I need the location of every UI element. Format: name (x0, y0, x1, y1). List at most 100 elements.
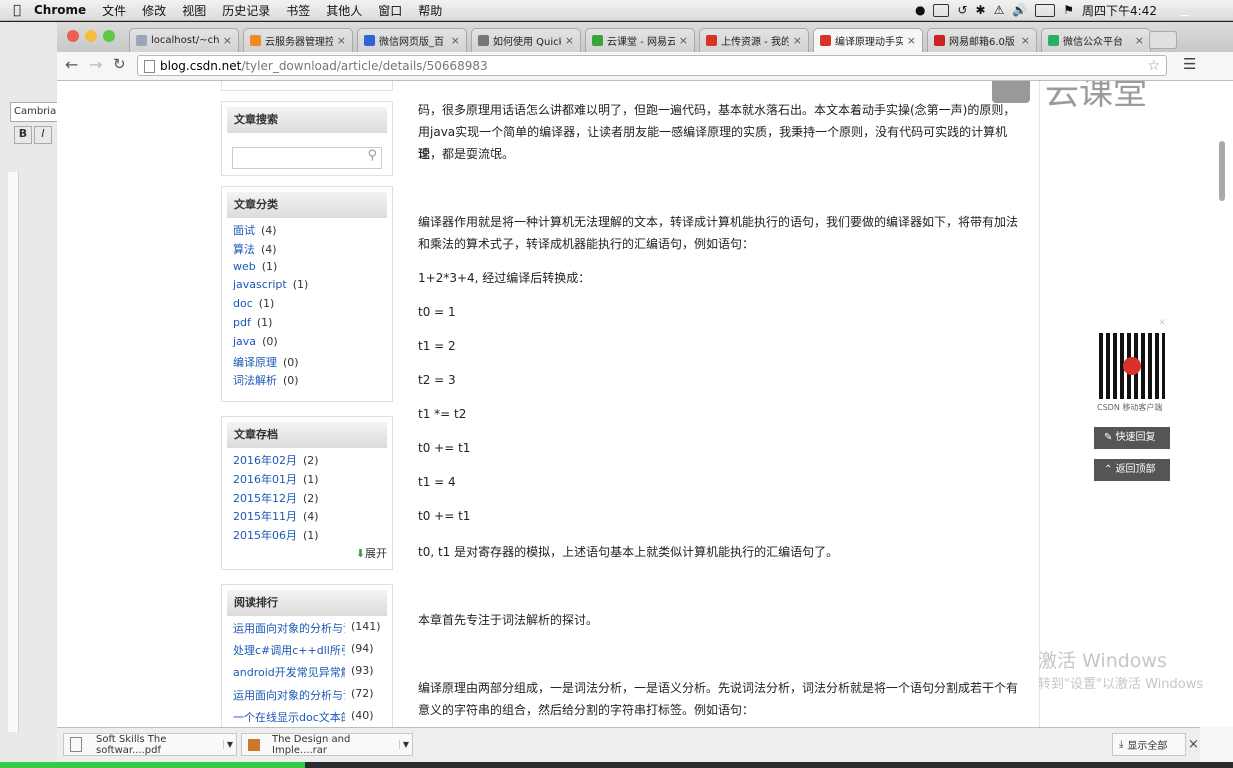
bold-icon[interactable]: B (14, 126, 32, 144)
font-box[interactable]: Cambria (10, 102, 61, 122)
show-all-downloads-button[interactable]: ⤓ 显示全部 (1112, 733, 1186, 756)
sidebar-list-item[interactable]: 编译原理 (0) (233, 354, 392, 373)
close-tab-icon[interactable]: × (565, 34, 574, 47)
sidebar-list-item[interactable]: java (0) (233, 335, 392, 354)
sidebar-list-item[interactable]: 2015年12月 (2) (233, 490, 392, 509)
close-tab-icon[interactable]: × (679, 34, 688, 47)
tab[interactable]: 云服务器管理控 × (243, 28, 353, 52)
quick-reply-button[interactable]: ✎ 快速回复 (1094, 427, 1170, 449)
tab[interactable]: 微信公众平台 × (1041, 28, 1151, 52)
close-tab-icon[interactable]: × (337, 34, 346, 47)
record-icon[interactable]: ● (915, 3, 925, 17)
sidebar-link[interactable]: doc (233, 297, 253, 310)
sidebar-list-item[interactable]: 词法解析 (0) (233, 372, 392, 391)
sidebar-list-item[interactable]: javascript (1) (233, 278, 392, 297)
sidebar-link[interactable]: 2015年12月 (233, 492, 297, 505)
sidebar-list-item[interactable]: doc (1) (233, 297, 392, 316)
download-item[interactable]: The Design and Imple....rar ▼ (241, 733, 413, 756)
italic-icon[interactable]: I (34, 126, 52, 144)
sidebar-link[interactable]: 2016年01月 (233, 473, 297, 486)
close-tab-icon[interactable]: × (1135, 34, 1144, 47)
sidebar-list-item[interactable]: 2016年01月 (1) (233, 471, 392, 490)
tab[interactable]: 网易邮箱6.0版 × (927, 28, 1037, 52)
tab[interactable]: 上传资源 - 我的 × (699, 28, 809, 52)
menu-history[interactable]: 历史记录 (222, 2, 270, 19)
sidebar-list-item[interactable]: android开发常见异常解 (93) (233, 664, 392, 686)
tab[interactable]: 如何使用 Quick × (471, 28, 581, 52)
sidebar-link[interactable]: 2015年11月 (233, 510, 297, 523)
sidebar-link[interactable]: 词法解析 (233, 374, 277, 387)
qr-close-icon[interactable]: × (1158, 317, 1166, 328)
status-icon[interactable] (933, 3, 950, 17)
sidebar-list-item[interactable]: 算法 (4) (233, 241, 392, 260)
sidebar-link[interactable]: 面试 (233, 224, 255, 237)
sidebar-list-item[interactable]: 2015年11月 (4) (233, 508, 392, 527)
close-shelf-icon[interactable]: × (1188, 737, 1199, 752)
menu-icon[interactable]: ☰ (1183, 55, 1196, 73)
tab[interactable]: 云课堂 - 网易云 × (585, 28, 695, 52)
close-tab-icon[interactable]: × (223, 34, 232, 47)
menu-bookmarks[interactable]: 书签 (286, 2, 310, 19)
sidebar-list-item[interactable]: 2016年02月 (2) (233, 452, 392, 471)
sidebar-link[interactable]: web (233, 260, 256, 273)
forward-icon[interactable]: → (89, 55, 102, 74)
volume-icon[interactable]: 🔊 (1012, 3, 1027, 17)
page-scrollbar[interactable] (1219, 141, 1225, 201)
battery-icon[interactable] (1035, 3, 1056, 17)
sidebar-link[interactable]: 运用面向对象的分析与设 (233, 620, 345, 642)
close-tab-icon[interactable]: × (793, 34, 802, 47)
sidebar-link[interactable]: 运用面向对象的分析与设 (233, 687, 345, 709)
close-tab-icon[interactable]: × (451, 34, 460, 47)
clock[interactable]: 周四下午4:42 (1082, 2, 1157, 19)
qr-code-icon[interactable] (1099, 333, 1165, 399)
sidebar-link[interactable]: 处理c#调用c++dll所引起 (233, 642, 345, 664)
chevron-down-icon[interactable]: ▼ (399, 740, 412, 749)
close-tab-icon[interactable]: × (1021, 34, 1030, 47)
chevron-down-icon[interactable]: ▼ (223, 740, 236, 749)
zoom-window-button[interactable] (103, 30, 115, 42)
back-icon[interactable]: ← (65, 55, 78, 74)
time-machine-icon[interactable]: ↺ (957, 3, 967, 17)
sidebar-link[interactable]: 编译原理 (233, 356, 277, 369)
menu-window[interactable]: 窗口 (378, 2, 402, 19)
tab[interactable]: 微信网页版_百 × (357, 28, 467, 52)
download-item[interactable]: Soft Skills The softwar....pdf ▼ (63, 733, 237, 756)
wifi-icon[interactable]: ⚠ (994, 3, 1005, 17)
sidebar-link[interactable]: 2015年06月 (233, 529, 297, 542)
sidebar-list-item[interactable]: 运用面向对象的分析与设 (141) (233, 620, 392, 642)
menu-file[interactable]: 文件 (102, 2, 126, 19)
sidebar-list-item[interactable]: web (1) (233, 260, 392, 279)
sidebar-list-item[interactable]: 2015年06月 (1) (233, 527, 392, 546)
menu-view[interactable]: 视图 (182, 2, 206, 19)
close-tab-icon[interactable]: × (907, 34, 916, 47)
sidebar-list-item[interactable]: 面试 (4) (233, 222, 392, 241)
flag-icon[interactable]: ⚑ (1063, 3, 1074, 17)
menu-people[interactable]: 其他人 (326, 2, 362, 19)
minimize-window-button[interactable] (85, 30, 97, 42)
minimize-dash-icon[interactable] (1180, 15, 1189, 16)
sidebar-list-item[interactable]: 一个在线显示doc文本的 (40) (233, 709, 392, 727)
sidebar-link[interactable]: 一个在线显示doc文本的 (233, 709, 345, 727)
tab[interactable]: localhost/~che × (129, 28, 239, 52)
new-tab-button[interactable] (1149, 31, 1177, 49)
tab[interactable]: 编译原理动手实 × (813, 28, 923, 52)
sidebar-link[interactable]: android开发常见异常解 (233, 664, 345, 686)
address-bar[interactable]: blog.csdn.net/tyler_download/article/det… (137, 55, 1167, 76)
sidebar-link[interactable]: java (233, 335, 256, 348)
sidebar-list-item[interactable]: 运用面向对象的分析与设 (72) (233, 687, 392, 709)
sidebar-link[interactable]: pdf (233, 316, 251, 329)
expand-link[interactable]: ⬇展开 (356, 545, 387, 561)
sidebar-link[interactable]: javascript (233, 278, 287, 291)
menu-help[interactable]: 帮助 (418, 2, 442, 19)
sidebar-list-item[interactable]: pdf (1) (233, 316, 392, 335)
search-icon[interactable]: ⚲ (367, 148, 377, 163)
sidebar-link[interactable]: 算法 (233, 243, 255, 256)
app-menu[interactable]: Chrome (34, 3, 86, 17)
sidebar-list-item[interactable]: 处理c#调用c++dll所引起 (94) (233, 642, 392, 664)
apple-icon[interactable]:  (0, 3, 34, 18)
close-window-button[interactable] (67, 30, 79, 42)
bluetooth-icon[interactable]: ✱ (976, 3, 986, 17)
sidebar-link[interactable]: 2016年02月 (233, 454, 297, 467)
search-input[interactable]: ⚲ (232, 147, 382, 169)
menu-edit[interactable]: 修改 (142, 2, 166, 19)
